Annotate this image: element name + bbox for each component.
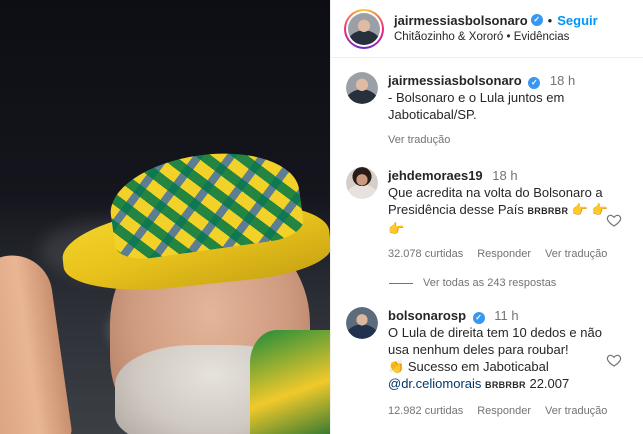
avatar[interactable] <box>346 307 378 339</box>
separator-dot: • <box>547 12 553 28</box>
like-count[interactable]: 12.982 curtidas <box>388 403 463 420</box>
verified-badge-icon: ✓ <box>528 77 541 89</box>
avatar[interactable] <box>346 72 378 104</box>
scarf <box>250 330 330 434</box>
heart-icon[interactable] <box>606 352 622 368</box>
follow-button[interactable]: Seguir <box>557 12 597 29</box>
comment-username[interactable]: jehdemoraes19 <box>388 168 483 183</box>
caption: jairmessiasbolsonaro ✓ 18 h - Bolsonaro … <box>346 72 630 149</box>
story-ring[interactable] <box>344 8 384 49</box>
audio-name[interactable]: Chitãozinho & Xororó <box>394 31 503 43</box>
caption-time: 18 h <box>549 73 576 88</box>
reply-button[interactable]: Responder <box>477 246 531 263</box>
comment-number: 22.007 <box>529 376 570 391</box>
avatar[interactable] <box>346 167 378 199</box>
flag-tags: BRBRBR <box>527 206 569 216</box>
separator-dot: • <box>506 30 511 43</box>
see-translation-link[interactable]: Ver tradução <box>388 132 450 149</box>
reply-button[interactable]: Responder <box>477 403 531 420</box>
comment-text: Que acredita na volta do Bolsonaro a Pre… <box>388 185 603 217</box>
view-replies-label[interactable]: Ver todas as 243 respostas <box>423 277 556 289</box>
post-username[interactable]: jairmessiasbolsonaro <box>394 12 528 29</box>
comment-text-2: Sucesso em Jaboticabal <box>407 359 549 374</box>
see-translation-link[interactable]: Ver tradução <box>545 246 607 263</box>
comment-username[interactable]: bolsonarosp <box>388 308 466 323</box>
verified-badge-icon: ✓ <box>472 312 485 324</box>
view-replies[interactable]: Ver todas as 243 respostas <box>389 277 630 289</box>
clapping-emoji: 👏 <box>388 359 405 374</box>
avatar[interactable] <box>348 12 380 45</box>
flag-tags: BRBRBR <box>485 380 526 390</box>
comment: bolsonarosp ✓ 11 h O Lula de direita tem… <box>346 307 630 420</box>
comment: jehdemoraes19 18 h Que acredita na volta… <box>346 167 630 263</box>
see-translation-link[interactable]: Ver tradução <box>545 403 607 420</box>
comment-time: 11 h <box>494 308 519 323</box>
audio-tag[interactable]: Evidências <box>514 31 570 43</box>
caption-text: - Bolsonaro e o Lula juntos em Jaboticab… <box>388 90 565 122</box>
like-count[interactable]: 32.078 curtidas <box>388 246 463 263</box>
divider-line <box>389 282 413 284</box>
post-media[interactable] <box>0 0 330 434</box>
comments-list: jairmessiasbolsonaro ✓ 18 h - Bolsonaro … <box>331 58 643 420</box>
post-header: jairmessiasbolsonaro ✓ • Seguir Chitãozi… <box>331 0 643 58</box>
mention-link[interactable]: @dr.celiomorais <box>388 376 481 391</box>
caption-username[interactable]: jairmessiasbolsonaro <box>388 73 522 88</box>
comments-panel: jairmessiasbolsonaro ✓ • Seguir Chitãozi… <box>330 0 643 434</box>
verified-badge-icon: ✓ <box>530 14 543 26</box>
comment-time: 18 h <box>492 168 518 183</box>
raised-hand <box>0 250 73 434</box>
comment-text: O Lula de direita tem 10 dedos e não usa… <box>388 325 602 357</box>
heart-icon[interactable] <box>606 212 622 228</box>
